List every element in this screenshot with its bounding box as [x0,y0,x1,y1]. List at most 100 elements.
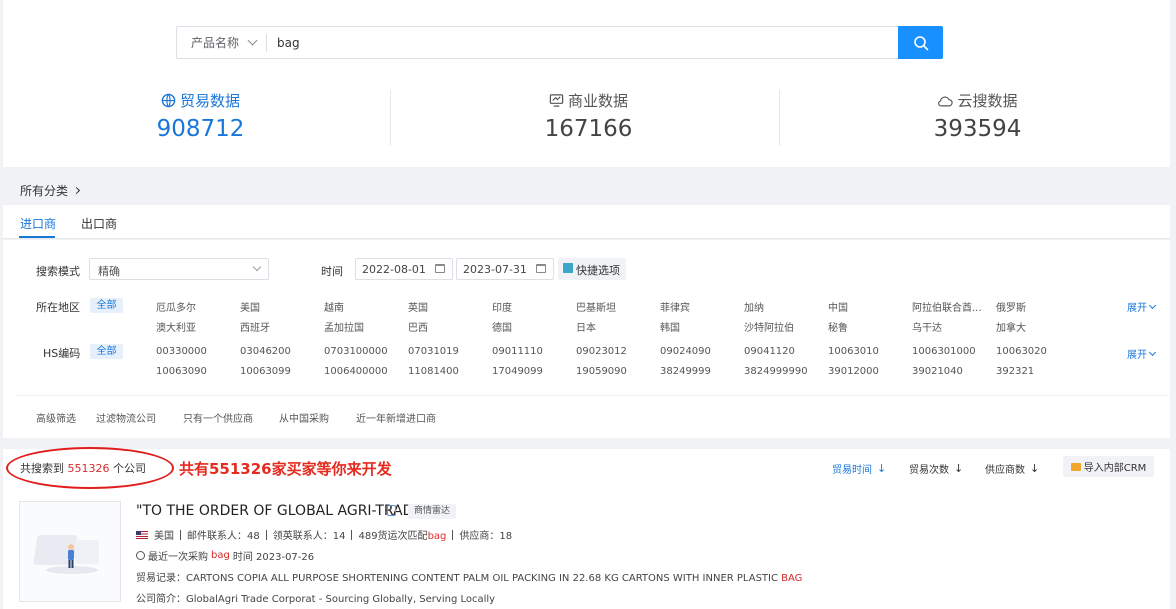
region-option[interactable]: 厄瓜多尔 [156,299,196,314]
advanced-option[interactable]: 只有一个供应商 [183,410,253,425]
sort-trade-count[interactable]: 贸易次数 ↓ [909,461,963,476]
meta-separator [351,529,353,540]
region-option[interactable]: 孟加拉国 [324,319,364,334]
copy-icon[interactable] [387,505,396,516]
meta-separator [180,529,181,540]
search-type-dropdown[interactable]: 产品名称 [177,27,266,58]
hs-option[interactable]: 38249999 [660,366,711,377]
search-mode-select[interactable]: 精确 [89,258,269,280]
region-option[interactable]: 美国 [240,299,260,314]
us-flag-icon [136,530,148,539]
advanced-option[interactable]: 过滤物流公司 [96,410,156,425]
expand-label: 展开 [1127,303,1147,314]
hs-option[interactable]: 10063099 [240,366,291,377]
region-option[interactable]: 西班牙 [240,319,270,334]
advanced-option[interactable]: 近一年新增进口商 [356,410,436,425]
company-name-link[interactable]: "TO THE ORDER OF GLOBAL AGRI-TRADE" [136,503,429,519]
stat-label: 商业数据 [567,92,628,110]
breadcrumb[interactable]: 所有分类 [20,182,81,199]
tab-importers[interactable]: 进口商 [20,215,56,232]
date-to-field[interactable]: 2023-07-31 [456,258,554,280]
date-to-value: 2023-07-31 [463,263,527,276]
search-button[interactable] [898,26,943,59]
folder-icon [1070,462,1081,471]
hs-option[interactable]: 19059090 [576,366,627,377]
radar-tag[interactable]: 商情雷达 [408,504,457,519]
hs-option[interactable]: 39012000 [828,366,879,377]
email-contacts[interactable]: 邮件联系人：48 [187,527,260,542]
region-option[interactable]: 德国 [492,319,512,334]
meta-separator [265,529,267,540]
hs-code-label: HS编码 [43,347,81,360]
hs-option[interactable]: 39021040 [912,366,963,377]
supplier-count: 供应商：18 [459,531,513,542]
hs-option[interactable]: 09024090 [660,346,711,357]
hs-option[interactable]: 17049099 [492,366,543,377]
region-option[interactable]: 印度 [492,299,512,314]
date-from-field[interactable]: 2022-08-01 [355,258,453,280]
quick-options-button[interactable]: 快捷选项 [558,258,626,280]
region-expand-button[interactable]: 展开 [1127,299,1157,314]
hs-option[interactable]: 07031019 [408,346,459,357]
hs-option[interactable]: 11081400 [408,366,459,377]
meta-separator [452,529,454,540]
hs-option[interactable]: 10063020 [996,346,1047,357]
region-option[interactable]: 俄罗斯 [996,299,1026,314]
breadcrumb-label: 所有分类 [20,184,69,198]
monitor-icon [549,94,564,107]
stat-cloud-data[interactable]: 云搜数据 393594 [783,90,1172,142]
region-option[interactable]: 日本 [576,319,596,334]
filter-panel: 搜索模式 精确 时间 2022-08-01 2023-07-31 快捷选项 所在… [3,240,1170,438]
region-option[interactable]: 秘鲁 [828,319,848,334]
company-description: 公司简介：GlobalAgri Trade Corporat - Sourcin… [136,590,495,605]
linkedin-contacts[interactable]: 领英联系人：14 [273,527,346,542]
company-meta: 美国 邮件联系人：48 领英联系人：14 489货运次匹配bag 供应商：18 [136,527,512,542]
search-input[interactable] [267,27,898,58]
chevron-down-icon [252,262,262,272]
company-thumbnail[interactable] [19,501,121,602]
last-purchase: 最近一次采购 bag 时间 2023-07-26 [136,548,314,563]
hs-option[interactable]: 10063010 [828,346,879,357]
region-option[interactable]: 加拿大 [996,319,1026,334]
keyword-highlight: bag [427,531,447,542]
advanced-option[interactable]: 从中国采购 [279,410,329,425]
region-option[interactable]: 韩国 [660,319,680,334]
region-option[interactable]: 巴基斯坦 [576,299,616,314]
region-option[interactable]: 加纳 [744,299,764,314]
sort-trade-time[interactable]: 贸易时间 ↓ [832,461,886,476]
import-crm-button[interactable]: 导入内部CRM [1063,456,1154,477]
region-option[interactable]: 阿拉伯联合酋... [912,299,982,314]
hs-option[interactable]: 1006400000 [324,366,388,377]
hs-all-tag[interactable]: 全部 [90,344,123,359]
region-option[interactable]: 澳大利亚 [156,319,196,334]
annotation-promo-text: 共有551326家买家等你来开发 [179,460,392,478]
arrow-down-icon: ↓ [877,462,887,475]
company-country: 美国 [154,531,174,542]
region-option[interactable]: 乌干达 [912,319,942,334]
hs-expand-button[interactable]: 展开 [1127,346,1157,361]
region-option[interactable]: 巴西 [408,319,428,334]
hs-option[interactable]: 1006301000 [912,346,976,357]
hs-option[interactable]: 09023012 [576,346,627,357]
tab-exporters[interactable]: 出口商 [81,215,117,232]
sort-label: 贸易次数 [909,465,949,476]
region-option[interactable]: 越南 [324,299,344,314]
region-option[interactable]: 中国 [828,299,848,314]
hs-option[interactable]: 0703100000 [324,346,388,357]
sort-supplier-count[interactable]: 供应商数 ↓ [985,461,1039,476]
hs-option[interactable]: 00330000 [156,346,207,357]
region-option[interactable]: 沙特阿拉伯 [744,319,794,334]
hs-option[interactable]: 3824999990 [744,366,808,377]
hs-option[interactable]: 10063090 [156,366,207,377]
import-crm-label: 导入内部CRM [1083,463,1147,474]
stat-business-data[interactable]: 商业数据 167166 [394,90,783,142]
region-all-tag[interactable]: 全部 [90,298,123,313]
stat-trade-data[interactable]: 贸易数据 908712 [6,90,395,142]
region-option[interactable]: 英国 [408,299,428,314]
hs-option[interactable]: 03046200 [240,346,291,357]
hs-option[interactable]: 09011110 [492,346,543,357]
hs-option[interactable]: 392321 [996,366,1034,377]
region-option[interactable]: 菲律宾 [660,299,690,314]
hs-option[interactable]: 09041120 [744,346,795,357]
globe-icon [161,93,176,108]
